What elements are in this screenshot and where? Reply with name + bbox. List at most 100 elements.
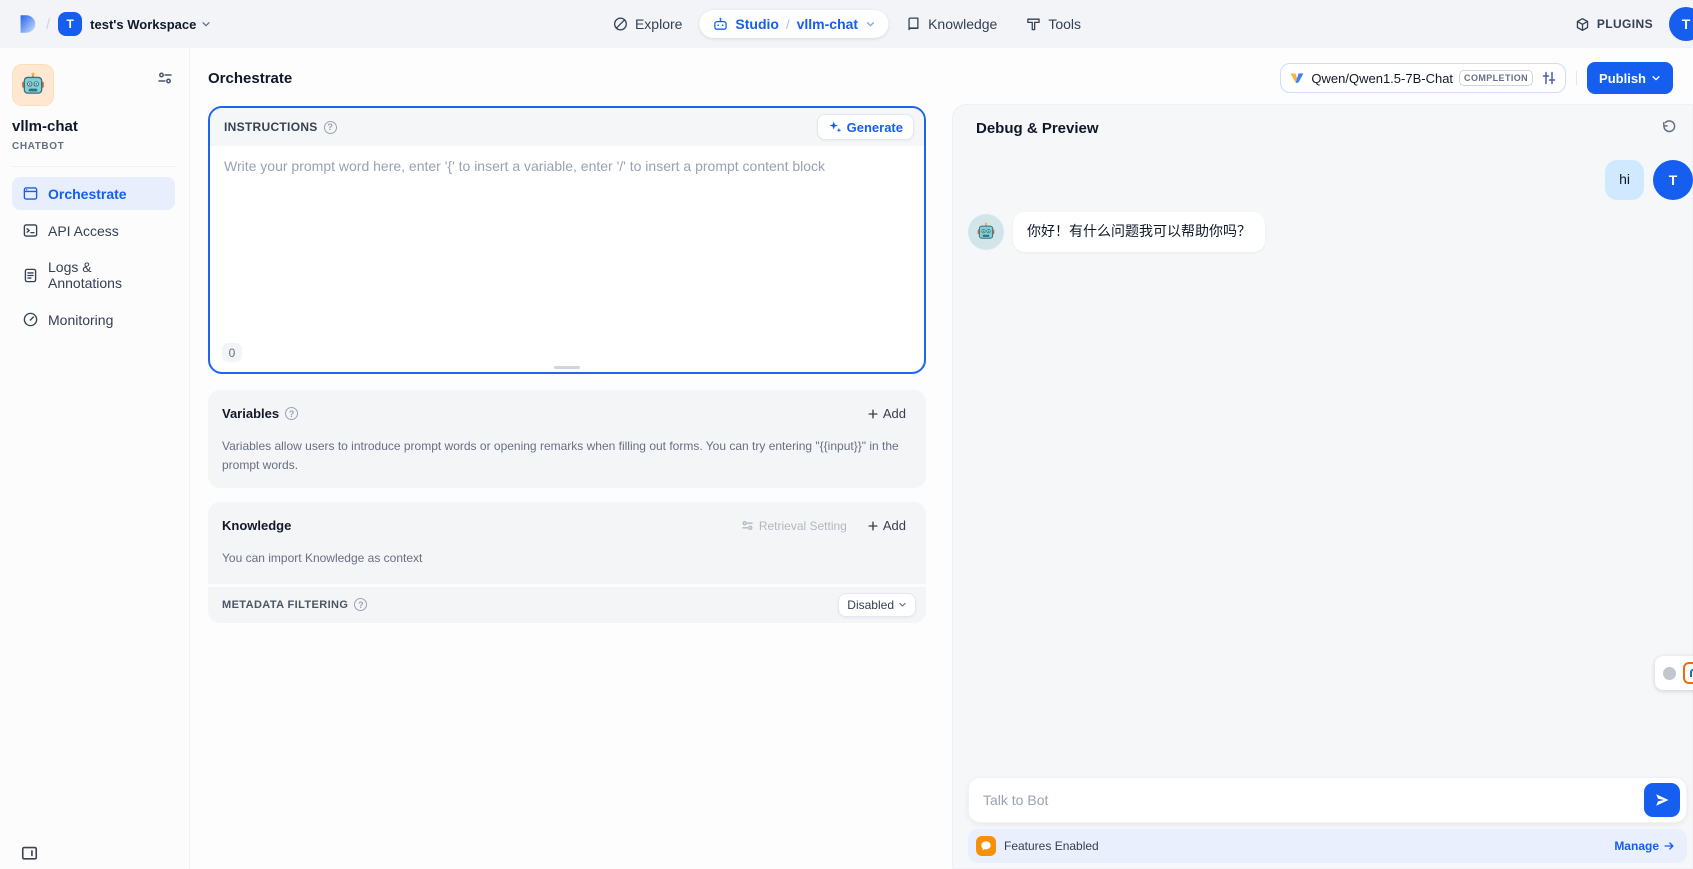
model-mode-badge: COMPLETION (1459, 70, 1533, 86)
user-chat-avatar: T (1653, 160, 1693, 200)
orchestrate-config: INSTRUCTIONS Generate 0 (190, 104, 952, 869)
sidebar-item-monitoring[interactable]: Monitoring (12, 303, 175, 336)
bot-message-bubble: 你好！有什么问题我可以帮助你吗？ (1013, 212, 1265, 252)
chat-input[interactable] (983, 792, 1636, 808)
send-button[interactable] (1644, 783, 1680, 817)
plus-icon (867, 408, 879, 420)
features-label: Features Enabled (1004, 839, 1099, 853)
explore-icon (612, 16, 628, 32)
variables-description: Variables allow users to introduce promp… (222, 437, 912, 474)
sidebar-item-logs-annotations[interactable]: Logs & Annotations (12, 251, 175, 299)
add-knowledge-button[interactable]: Add (861, 514, 912, 537)
help-icon (354, 598, 367, 611)
sidebar-item-label: API Access (48, 223, 119, 239)
workspace-avatar[interactable]: T (58, 12, 82, 36)
chevron-down-icon (898, 600, 907, 609)
restart-icon (1661, 120, 1677, 136)
nav-studio-label: Studio (735, 16, 779, 32)
knowledge-panel: Knowledge Retrieval Setting Add (208, 502, 926, 584)
variables-title: Variables (222, 406, 279, 421)
breadcrumb-separator: / (786, 17, 790, 32)
add-label: Add (883, 518, 906, 533)
book-icon (905, 16, 921, 32)
workspace-name: test's Workspace (90, 17, 196, 32)
document-icon (22, 267, 39, 284)
sliders-icon (741, 519, 754, 532)
nav-knowledge-label: Knowledge (928, 16, 997, 32)
metadata-filtering-label: METADATA FILTERING (222, 599, 348, 611)
restart-conversation-button[interactable] (1659, 118, 1679, 138)
page-title: Orchestrate (208, 70, 292, 87)
chevron-down-icon[interactable] (865, 19, 875, 29)
collapse-sidebar-button[interactable] (20, 844, 39, 862)
plus-icon (867, 520, 879, 532)
nav-tools[interactable]: Tools (1014, 9, 1092, 39)
dify-logo-icon[interactable] (16, 13, 38, 35)
model-parameters-icon[interactable] (1541, 70, 1557, 86)
divider (1576, 71, 1577, 85)
package-icon (1575, 17, 1590, 32)
sidebar-item-label: Monitoring (48, 312, 113, 328)
add-variable-button[interactable]: Add (861, 402, 912, 425)
app-icon[interactable] (12, 64, 54, 106)
debug-preview-panel: Debug & Preview hi T (952, 104, 1693, 869)
help-icon (285, 407, 298, 420)
nav-studio-active[interactable]: Studio / vllm-chat (699, 10, 888, 38)
send-icon (1654, 792, 1670, 808)
breadcrumb-separator: / (46, 16, 50, 33)
extension-dot-icon (1663, 667, 1676, 680)
publish-button[interactable]: Publish (1587, 62, 1673, 94)
collapse-panel-icon (20, 844, 39, 862)
plugins-button[interactable]: PLUGINS (1575, 17, 1653, 32)
sidebar-item-orchestrate[interactable]: Orchestrate (12, 177, 175, 210)
workspace-switcher[interactable]: test's Workspace (90, 17, 211, 32)
screenshot-extension-widget[interactable] (1655, 656, 1693, 690)
terminal-icon (22, 222, 39, 239)
bot-message-row: 你好！有什么问题我可以帮助你吗？ (968, 212, 1693, 252)
nav-knowledge[interactable]: Knowledge (894, 9, 1008, 39)
bot-chat-avatar (968, 214, 1004, 250)
extension-icon (1683, 662, 1693, 684)
sidebar-item-api-access[interactable]: API Access (12, 214, 175, 247)
manage-features-link[interactable]: Manage (1614, 839, 1675, 853)
arrow-right-icon (1663, 840, 1675, 852)
nav-explore[interactable]: Explore (601, 9, 693, 39)
sidebar-item-label: Logs & Annotations (48, 259, 165, 291)
tools-icon (1025, 16, 1041, 32)
user-message-row: hi T (968, 160, 1693, 200)
plugins-label: PLUGINS (1597, 17, 1653, 31)
divider (12, 166, 175, 167)
publish-label: Publish (1599, 71, 1646, 86)
robot-avatar-icon (976, 222, 996, 242)
retrieval-setting-button[interactable]: Retrieval Setting (741, 519, 847, 533)
metadata-filtering-dropdown[interactable]: Disabled (838, 593, 916, 617)
knowledge-description: You can import Knowledge as context (222, 549, 912, 568)
robot-icon (712, 16, 728, 32)
user-avatar[interactable]: T (1669, 7, 1693, 41)
resize-handle[interactable] (554, 366, 580, 369)
model-selector[interactable]: Qwen/Qwen1.5-7B-Chat COMPLETION (1280, 63, 1566, 93)
main-nav: Explore Studio / vllm-chat Knowledge Too… (601, 9, 1092, 39)
metadata-filtering-row: METADATA FILTERING Disabled (208, 587, 926, 623)
nav-current-app: vllm-chat (797, 16, 858, 32)
vllm-logo-icon (1289, 70, 1305, 86)
prompt-editor[interactable] (210, 146, 924, 322)
window-icon (22, 185, 39, 202)
gauge-icon (22, 311, 39, 328)
generate-label: Generate (847, 120, 903, 135)
app-type-badge: CHATBOT (12, 141, 175, 152)
manage-label: Manage (1614, 839, 1659, 853)
char-count-badge: 0 (222, 343, 242, 362)
top-nav: / T test's Workspace Explore Studio / vl… (0, 0, 1693, 48)
generate-button[interactable]: Generate (817, 114, 914, 140)
instructions-panel: INSTRUCTIONS Generate 0 (208, 106, 926, 374)
retrieval-setting-label: Retrieval Setting (759, 519, 847, 533)
chat-input-card (968, 777, 1687, 823)
nav-tools-label: Tools (1048, 16, 1081, 32)
app-settings-icon[interactable] (157, 70, 173, 86)
app-name: vllm-chat (12, 118, 175, 135)
metadata-filtering-value: Disabled (847, 598, 894, 612)
user-message-bubble: hi (1605, 160, 1644, 200)
chevron-down-icon (201, 19, 211, 29)
model-name: Qwen/Qwen1.5-7B-Chat (1311, 71, 1453, 86)
